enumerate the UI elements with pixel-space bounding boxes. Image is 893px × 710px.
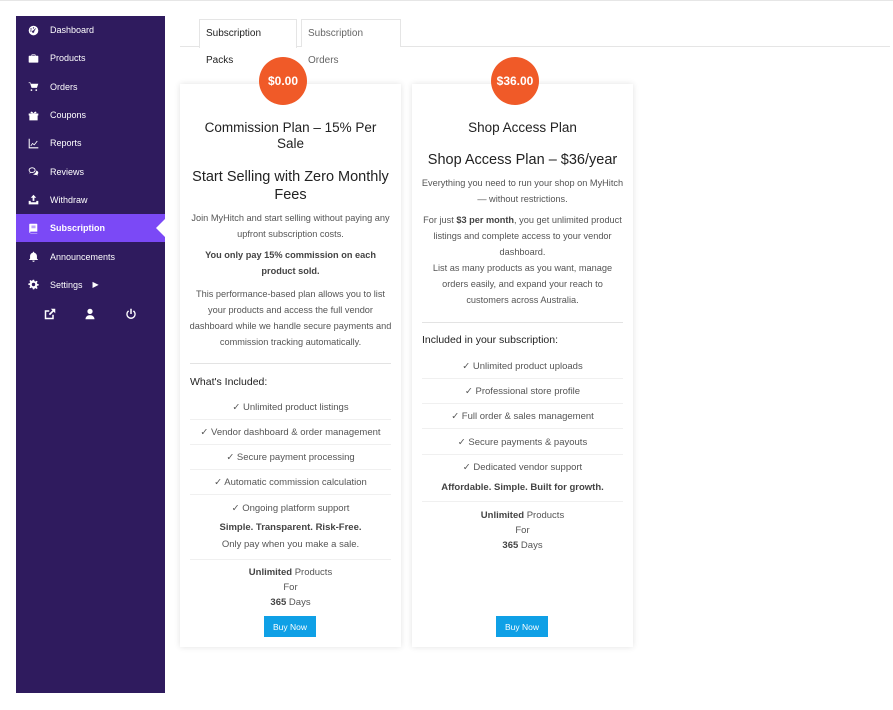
sidebar-item-label: Settings bbox=[50, 279, 83, 290]
pack-subtitle: Shop Access Plan – $36/year bbox=[427, 152, 618, 168]
sidebar-item-withdraw[interactable]: Withdraw bbox=[16, 186, 165, 214]
sidebar-item-label: Reports bbox=[50, 138, 82, 149]
pack-limits: Unlimited Products For 365 Days bbox=[190, 565, 391, 610]
sidebar-item-label: Products bbox=[50, 53, 86, 64]
buy-now-button[interactable]: Buy Now bbox=[264, 616, 316, 637]
sidebar-item-label: Orders bbox=[50, 81, 78, 92]
top-border bbox=[0, 0, 893, 1]
limit-for: For bbox=[515, 525, 530, 536]
feature-item: ✓ Dedicated vendor support bbox=[462, 462, 583, 473]
sidebar-item-settings[interactable]: Settings ▶ bbox=[16, 271, 165, 299]
gift-icon bbox=[26, 108, 40, 122]
sidebar-item-label: Dashboard bbox=[50, 25, 95, 36]
cart-icon bbox=[26, 80, 40, 94]
buy-now-button[interactable]: Buy Now bbox=[496, 616, 548, 637]
power-icon[interactable] bbox=[124, 307, 138, 321]
sidebar-item-orders[interactable]: Orders bbox=[16, 73, 165, 101]
pack-tagline-sub: Only pay when you make a sale. bbox=[221, 539, 360, 550]
briefcase-icon bbox=[26, 51, 40, 65]
pack-highlight: You only pay 15% commission on each prod… bbox=[188, 247, 393, 279]
vendor-sidebar: Dashboard Products Orders Coupons Report… bbox=[16, 16, 165, 693]
sidebar-item-label: Subscription bbox=[50, 223, 106, 234]
upload-icon bbox=[26, 193, 40, 207]
sidebar-item-label: Withdraw bbox=[50, 194, 88, 205]
sidebar-item-label: Announcements bbox=[50, 251, 116, 262]
feature-item: ✓ Full order & sales management bbox=[422, 404, 623, 429]
sidebar-item-label: Coupons bbox=[50, 110, 87, 121]
product-limit: Unlimited Products bbox=[480, 510, 565, 521]
sidebar-item-reviews[interactable]: Reviews bbox=[16, 157, 165, 185]
included-heading: Included in your subscription: bbox=[422, 334, 558, 346]
divider bbox=[190, 363, 391, 364]
included-heading: What's Included: bbox=[190, 376, 268, 388]
pack-title: Shop Access Plan bbox=[468, 120, 577, 135]
gear-icon bbox=[26, 278, 40, 292]
tab-subscription-orders[interactable]: Subscription Orders bbox=[301, 19, 401, 66]
pack-description: Join MyHitch and start selling without p… bbox=[191, 213, 390, 239]
limit-for: For bbox=[283, 582, 298, 593]
feature-item: ✓ Professional store profile bbox=[422, 379, 623, 404]
subscription-pack-commission: Commission Plan – 15% Per Sale Start Sel… bbox=[180, 84, 401, 647]
sidebar-item-dashboard[interactable]: Dashboard bbox=[16, 16, 165, 44]
feature-item: ✓ Unlimited product uploads bbox=[422, 354, 623, 379]
book-icon bbox=[26, 221, 40, 235]
sidebar-bottom-actions bbox=[16, 299, 165, 321]
user-icon[interactable] bbox=[83, 307, 97, 321]
sidebar-item-subscription[interactable]: Subscription bbox=[16, 214, 165, 243]
caret-right-icon: ▶ bbox=[92, 280, 99, 290]
pack-details: This performance-based plan allows you t… bbox=[189, 289, 392, 347]
pack-tagline: Simple. Transparent. Risk-Free. bbox=[219, 522, 362, 533]
external-link-icon[interactable] bbox=[43, 307, 57, 321]
product-limit: Unlimited Products bbox=[248, 567, 333, 578]
sidebar-item-label: Reviews bbox=[50, 166, 85, 177]
sidebar-item-announcements[interactable]: Announcements bbox=[16, 242, 165, 270]
pack-description: Everything you need to run your shop on … bbox=[421, 178, 624, 204]
pack-highlight-text: You only pay 15% commission on each prod… bbox=[205, 250, 376, 276]
divider bbox=[190, 559, 391, 560]
pack-subtitle: Start Selling with Zero Monthly Fees bbox=[192, 169, 389, 203]
price-badge: $36.00 bbox=[491, 57, 539, 105]
sidebar-item-reports[interactable]: Reports bbox=[16, 129, 165, 157]
subscription-tabs: Subscription Packs Subscription Orders bbox=[180, 19, 890, 66]
pack-limits: Unlimited Products For 365 Days bbox=[422, 508, 623, 553]
pack-details: List as many products as you want, manag… bbox=[432, 263, 613, 305]
day-limit: 365 Days bbox=[502, 540, 543, 551]
feature-item: ✓ Secure payment processing bbox=[190, 445, 391, 470]
day-limit: 365 Days bbox=[270, 597, 311, 608]
feature-item: ✓ Secure payments & payouts bbox=[422, 430, 623, 455]
sidebar-item-coupons[interactable]: Coupons bbox=[16, 101, 165, 129]
comments-icon bbox=[26, 165, 40, 179]
subscription-pack-shop-access: Shop Access Plan Shop Access Plan – $36/… bbox=[412, 84, 633, 647]
divider bbox=[422, 501, 623, 502]
tab-subscription-packs[interactable]: Subscription Packs bbox=[199, 19, 297, 66]
chart-line-icon bbox=[26, 136, 40, 150]
bell-icon bbox=[26, 250, 40, 264]
sidebar-item-products[interactable]: Products bbox=[16, 44, 165, 72]
pack-highlight: For just $3 per month, you get unlimited… bbox=[423, 215, 622, 257]
divider bbox=[422, 322, 623, 323]
feature-item: ✓ Unlimited product listings bbox=[190, 395, 391, 420]
price-badge: $0.00 bbox=[259, 57, 307, 105]
pack-tagline: Affordable. Simple. Built for growth. bbox=[441, 482, 604, 493]
feature-item: ✓ Ongoing platform support bbox=[231, 503, 350, 514]
feature-item: ✓ Automatic commission calculation bbox=[190, 470, 391, 495]
dashboard-icon bbox=[26, 23, 40, 37]
feature-item: ✓ Vendor dashboard & order management bbox=[190, 420, 391, 445]
pack-title: Commission Plan – 15% Per Sale bbox=[204, 120, 377, 151]
